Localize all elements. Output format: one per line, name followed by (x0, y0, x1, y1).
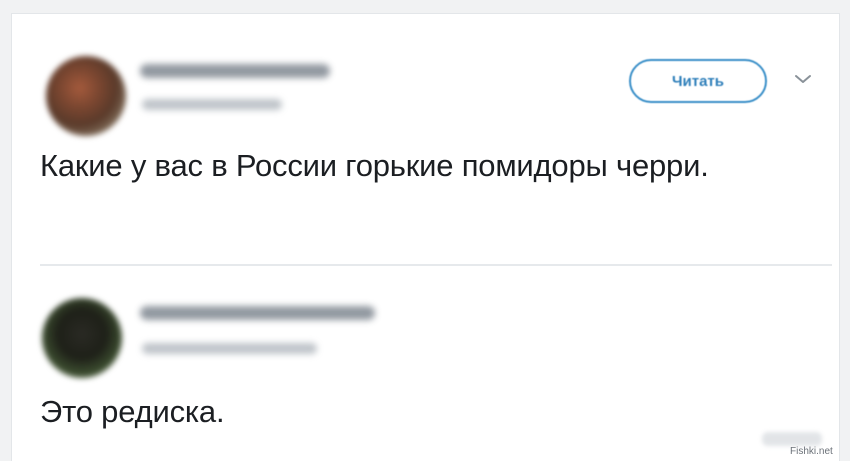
tweet-text: Какие у вас в России горькие помидоры че… (40, 148, 709, 183)
tweet-thread-card: Читать Какие у вас в России горькие поми… (11, 13, 840, 461)
reply-tweet: Это редиска. (12, 266, 839, 461)
blurred-username (142, 343, 317, 354)
avatar[interactable] (42, 298, 122, 378)
blurred-display-name (140, 306, 375, 320)
tweet: Читать Какие у вас в России горькие поми… (12, 14, 839, 264)
faded-watermark (762, 432, 822, 446)
follow-button[interactable]: Читать (629, 59, 767, 103)
chevron-down-icon[interactable] (792, 72, 814, 86)
blurred-username (142, 99, 282, 110)
tweet-text: Это редиска. (40, 394, 225, 429)
watermark-text: Fishki.net (790, 446, 833, 457)
blurred-display-name (140, 64, 330, 78)
avatar[interactable] (46, 56, 126, 136)
